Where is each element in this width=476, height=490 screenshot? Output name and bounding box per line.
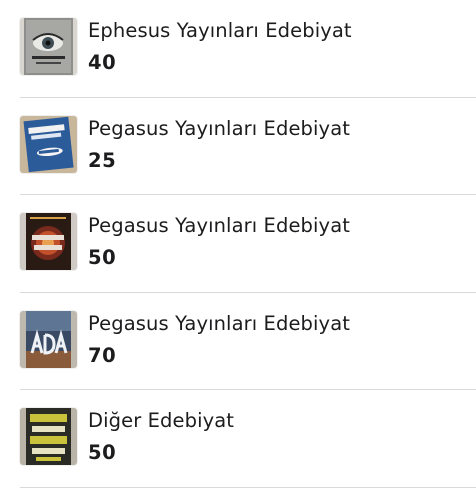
listing-list: Ephesus Yayınları Edebiyat 40 Pegasus Ya… bbox=[0, 0, 476, 490]
listing-item[interactable]: Pegasus Yayınları Edebiyat 25 bbox=[0, 98, 476, 196]
book-cover-ada-thumbnail bbox=[20, 310, 77, 368]
book-cover-yellow-thumbnail bbox=[20, 408, 77, 465]
listing-title: Ephesus Yayınları Edebiyat bbox=[88, 19, 352, 42]
listing-price: 50 bbox=[88, 441, 117, 464]
listing-price: 25 bbox=[88, 148, 117, 172]
listing-item[interactable]: Diğer Edebiyat 50 bbox=[0, 390, 476, 488]
listing-item[interactable]: Pegasus Yayınları Edebiyat 70 bbox=[0, 293, 476, 391]
listing-price: 40 bbox=[88, 51, 117, 74]
listing-title: Pegasus Yayınları Edebiyat bbox=[88, 214, 350, 237]
listing-item[interactable]: Ephesus Yayınları Edebiyat 40 bbox=[0, 0, 476, 98]
listing-title: Diğer Edebiyat bbox=[88, 409, 235, 432]
listing-price: 70 bbox=[88, 343, 117, 367]
listing-title: Pegasus Yayınları Edebiyat bbox=[88, 311, 350, 335]
book-cover-blue-thumbnail bbox=[20, 115, 77, 173]
book-cover-eye-thumbnail bbox=[20, 18, 77, 75]
book-cover-red-circle-thumbnail bbox=[20, 213, 77, 270]
listing-title: Pegasus Yayınları Edebiyat bbox=[88, 116, 350, 140]
listing-item[interactable]: Pegasus Yayınları Edebiyat 50 bbox=[0, 195, 476, 293]
listing-price: 50 bbox=[88, 246, 117, 269]
